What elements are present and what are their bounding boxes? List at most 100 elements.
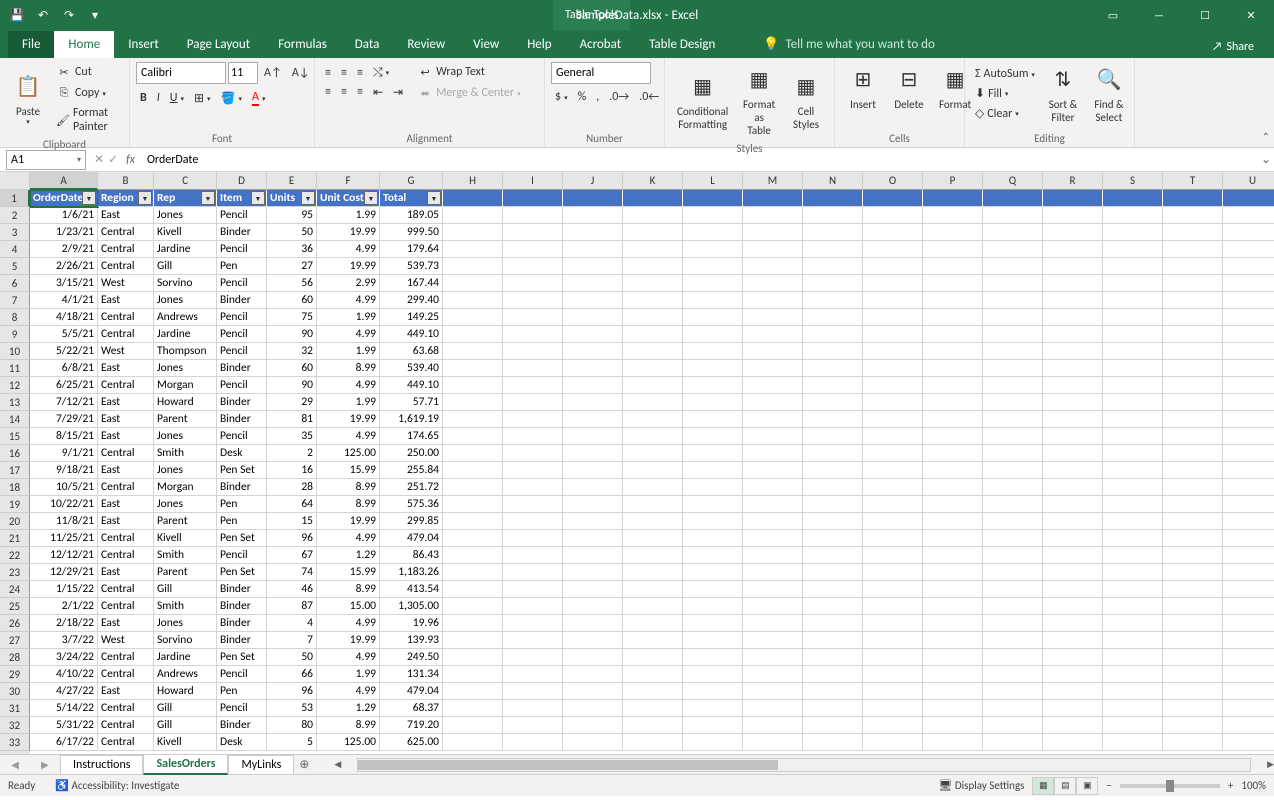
cell[interactable] xyxy=(683,224,743,241)
cell[interactable] xyxy=(1103,377,1163,394)
cell[interactable] xyxy=(623,700,683,717)
cell[interactable] xyxy=(1163,496,1223,513)
cell[interactable] xyxy=(563,666,623,683)
cell[interactable]: 1.29 xyxy=(317,700,380,717)
cell[interactable] xyxy=(923,241,983,258)
cell[interactable] xyxy=(743,258,803,275)
cell[interactable] xyxy=(563,207,623,224)
cell[interactable]: West xyxy=(98,343,154,360)
sort-filter-button[interactable]: ⇅Sort & Filter xyxy=(1041,62,1085,126)
cell[interactable]: 4.99 xyxy=(317,326,380,343)
cell[interactable] xyxy=(1103,360,1163,377)
cell[interactable]: Pencil xyxy=(217,700,267,717)
cell[interactable] xyxy=(443,564,503,581)
row-header[interactable]: 25 xyxy=(0,598,30,615)
cell[interactable] xyxy=(563,615,623,632)
cell[interactable] xyxy=(503,360,563,377)
delete-cells-button[interactable]: ⊟Delete xyxy=(887,62,931,113)
cell[interactable] xyxy=(1043,581,1103,598)
cell[interactable] xyxy=(503,547,563,564)
cell[interactable] xyxy=(683,462,743,479)
cell[interactable] xyxy=(1223,445,1274,462)
cell[interactable]: Binder xyxy=(217,632,267,649)
cell[interactable] xyxy=(863,275,923,292)
cell[interactable] xyxy=(683,734,743,751)
cell[interactable] xyxy=(1043,377,1103,394)
cell[interactable]: 575.36 xyxy=(380,496,443,513)
cell[interactable]: Pencil xyxy=(217,666,267,683)
cell[interactable] xyxy=(1223,343,1274,360)
cell[interactable]: East xyxy=(98,615,154,632)
cell[interactable] xyxy=(503,649,563,666)
filter-dropdown-icon[interactable]: ▼ xyxy=(364,191,378,205)
cell[interactable] xyxy=(1163,377,1223,394)
cell[interactable]: 10/22/21 xyxy=(30,496,98,513)
cell[interactable]: 19.96 xyxy=(380,615,443,632)
insert-cells-button[interactable]: ⊞Insert xyxy=(841,62,885,113)
cell[interactable]: Units▼ xyxy=(267,190,317,207)
cell[interactable] xyxy=(623,190,683,207)
find-select-button[interactable]: 🔍Find & Select xyxy=(1087,62,1131,126)
cell[interactable]: West xyxy=(98,632,154,649)
cell[interactable] xyxy=(563,190,623,207)
cell[interactable] xyxy=(503,632,563,649)
cell[interactable] xyxy=(1043,632,1103,649)
cell[interactable]: Central xyxy=(98,547,154,564)
cell[interactable] xyxy=(1223,428,1274,445)
cell[interactable]: Rep▼ xyxy=(154,190,217,207)
cell[interactable]: 251.72 xyxy=(380,479,443,496)
cell[interactable] xyxy=(863,666,923,683)
cell[interactable]: 9/18/21 xyxy=(30,462,98,479)
cell[interactable] xyxy=(863,309,923,326)
column-header-O[interactable]: O xyxy=(863,172,923,190)
tab-table-design[interactable]: Table Design xyxy=(635,31,729,58)
cell[interactable] xyxy=(1043,326,1103,343)
cell[interactable]: 15.00 xyxy=(317,598,380,615)
cell[interactable] xyxy=(443,734,503,751)
cell[interactable] xyxy=(503,615,563,632)
cell[interactable] xyxy=(443,547,503,564)
cell[interactable]: Morgan xyxy=(154,377,217,394)
cell[interactable] xyxy=(923,564,983,581)
row-header[interactable]: 6 xyxy=(0,275,30,292)
cell[interactable] xyxy=(743,309,803,326)
conditional-formatting-button[interactable]: ▦Conditional Formatting xyxy=(671,69,734,133)
cell[interactable] xyxy=(563,734,623,751)
cell[interactable] xyxy=(563,292,623,309)
cell[interactable] xyxy=(1223,326,1274,343)
cell[interactable] xyxy=(1043,258,1103,275)
qat-customize-icon[interactable]: ▾ xyxy=(86,6,104,24)
cell[interactable] xyxy=(1223,615,1274,632)
cell[interactable]: 11/25/21 xyxy=(30,530,98,547)
cell[interactable] xyxy=(443,462,503,479)
cell[interactable] xyxy=(1103,292,1163,309)
cell[interactable] xyxy=(1223,411,1274,428)
cell[interactable]: Pen xyxy=(217,496,267,513)
cell[interactable] xyxy=(683,700,743,717)
cell[interactable] xyxy=(563,683,623,700)
cell[interactable]: Pencil xyxy=(217,343,267,360)
cell[interactable] xyxy=(563,360,623,377)
cell[interactable] xyxy=(863,326,923,343)
row-header[interactable]: 1 xyxy=(0,190,30,207)
column-header-K[interactable]: K xyxy=(623,172,683,190)
cell[interactable]: Central xyxy=(98,258,154,275)
cell[interactable] xyxy=(443,224,503,241)
collapse-ribbon-icon[interactable]: ⌃ xyxy=(1262,130,1270,143)
cell[interactable]: Smith xyxy=(154,445,217,462)
cell[interactable]: 32 xyxy=(267,343,317,360)
cell[interactable] xyxy=(1043,564,1103,581)
cell[interactable]: 4.99 xyxy=(317,241,380,258)
cell[interactable]: Pencil xyxy=(217,377,267,394)
cell[interactable] xyxy=(1223,564,1274,581)
cell[interactable] xyxy=(683,190,743,207)
cell[interactable] xyxy=(623,666,683,683)
cell[interactable]: Pen Set xyxy=(217,462,267,479)
hscroll-right-icon[interactable]: ▶ xyxy=(1267,759,1274,770)
undo-icon[interactable]: ↶ xyxy=(34,6,52,24)
cell[interactable]: 90 xyxy=(267,326,317,343)
cell[interactable] xyxy=(803,717,863,734)
cell[interactable] xyxy=(683,377,743,394)
cell[interactable]: 29 xyxy=(267,394,317,411)
cell[interactable] xyxy=(623,360,683,377)
